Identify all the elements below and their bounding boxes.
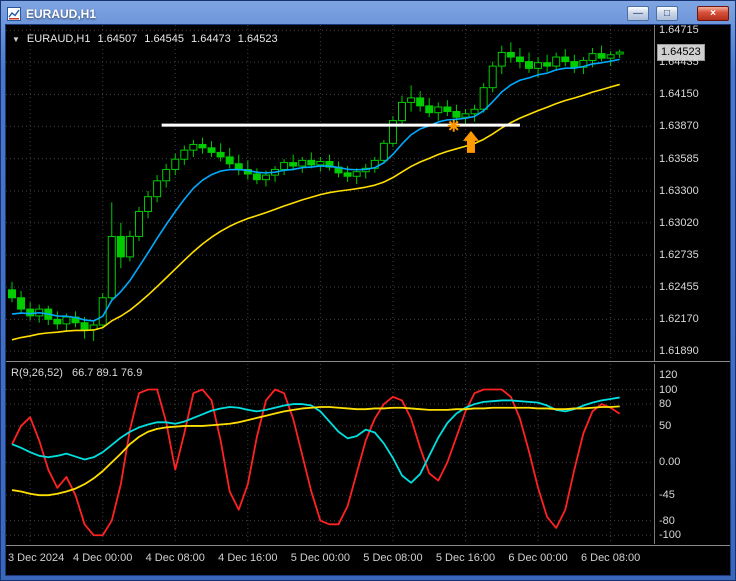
price-axis-label: 1.63585 [659,152,699,165]
time-axis-label: 5 Dec 08:00 [363,552,423,564]
close-button[interactable]: × [697,6,729,21]
window-title: EURAUD,H1 [26,6,97,21]
indicator-axis-label: 50 [659,419,672,432]
titlebar[interactable]: EURAUD,H1 — □ × [5,3,731,24]
ohlc-open: 1.64507 [97,33,138,45]
time-axis-label: 6 Dec 00:00 [508,552,568,564]
price-axis-label: 1.63020 [659,216,699,229]
time-axis-label: 4 Dec 00:00 [73,552,133,564]
chevron-down-icon: ▼ [12,34,20,44]
symbol-text: EURAUD,H1 [26,33,91,45]
app-window: EURAUD,H1 — □ × ▼ EURAUD,H1 1.64507 1.64… [0,0,736,581]
time-axis-label: 5 Dec 16:00 [435,552,496,564]
time-axis[interactable]: 3 Dec 2024 4 Dec 00:00 4 Dec 08:00 4 Dec 16… [6,545,730,575]
time-axis-label: 3 Dec 2024 [8,552,65,564]
ohlc-high: 1.64545 [144,33,185,45]
price-axis-label: 1.64715 [659,24,699,37]
indicator-name: R(9,26,52) [11,367,63,379]
ohlc-close: 1.64523 [237,33,278,45]
ohlc-low: 1.64473 [191,33,231,45]
indicator-canvas[interactable] [6,364,654,544]
indicator-axis-label: 100 [659,383,678,396]
time-axis-label: 5 Dec 00:00 [290,552,351,564]
window-icon[interactable] [7,6,21,21]
price-axis-label: 1.64435 [659,56,699,69]
price-axis[interactable]: 1.64523 1.64715 1.64435 1.64150 1.63870 1.63… [654,24,730,361]
ohlc-values: 1.64507 1.64545 1.64473 1.64523 [98,33,278,45]
time-axis-label: 6 Dec 08:00 [580,552,641,564]
main-chart-canvas[interactable] [6,25,654,361]
time-axis-label: 4 Dec 16:00 [218,552,278,564]
price-axis-label: 1.62455 [659,280,699,293]
indicator-axis-label: -45 [659,489,675,502]
indicator-axis-label: 0.00 [659,456,681,469]
price-axis-label: 1.62735 [659,249,699,262]
indicator-values: 66.7 89.1 76.9 [71,367,143,379]
indicator-axis[interactable]: 120 100 80 50 0.00 -45 -80 -100 [654,364,730,544]
indicator-axis-label: -80 [659,514,675,527]
minimize-button[interactable]: — [627,6,649,21]
price-axis-label: 1.64150 [659,88,699,101]
indicator-axis-label: 80 [659,398,672,411]
price-axis-label: 1.63870 [659,120,699,133]
indicator-axis-label: 120 [659,368,678,381]
time-axis-label: 4 Dec 08:00 [145,552,205,564]
chart-client-area: ▼ EURAUD,H1 1.64507 1.64545 1.64473 1.64… [5,24,731,576]
indicator-axis-label: -100 [659,529,682,542]
price-axis-label: 1.61890 [659,345,699,358]
indicator-label: R(9,26,52) 66.7 89.1 76.9 [11,367,142,379]
symbol-label: ▼ EURAUD,H1 1.64507 1.64545 1.64473 1.64… [12,33,278,45]
price-axis-label: 1.62170 [659,313,699,326]
price-axis-label: 1.63300 [659,185,699,197]
maximize-button[interactable]: □ [656,6,678,21]
